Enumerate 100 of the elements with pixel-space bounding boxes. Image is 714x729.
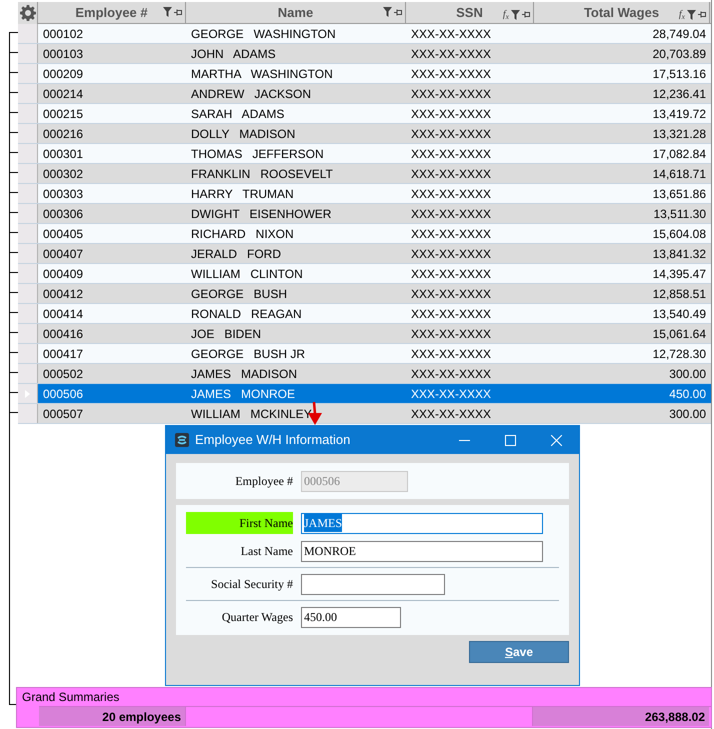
table-cell-text: JOHN ADAMS <box>191 46 276 62</box>
table-cell-text: XXX-XX-XXXX <box>411 146 492 162</box>
table-cell-text: GEORGE WASHINGTON <box>191 26 336 42</box>
table-cell-text: XXX-XX-XXXX <box>411 86 492 102</box>
table-cell-text: 000409 <box>43 266 84 282</box>
table-cell-text: 17,513.16 <box>652 66 706 82</box>
table-cell-text: XXX-XX-XXXX <box>411 46 492 62</box>
column-header[interactable]: SSN f$_{x}$ <box>406 2 534 23</box>
row-selector[interactable] <box>18 104 38 123</box>
table-cell-text: HARRY TRUMAN <box>191 186 294 202</box>
field-label: First Name <box>186 512 293 534</box>
column-title: Total Wages <box>584 4 660 22</box>
pin-icon[interactable] <box>394 8 402 16</box>
table-cell-text: WILLIAM CLINTON <box>191 266 303 282</box>
filter-icon[interactable] <box>687 10 696 20</box>
pin-icon[interactable] <box>522 10 530 19</box>
input-field[interactable]: JAMES <box>301 512 543 534</box>
table-cell-text: MARTHA WASHINGTON <box>191 66 333 82</box>
table-cell-text: 000506 <box>43 386 84 402</box>
row-selector[interactable] <box>18 364 38 383</box>
table-cell-text: JOE BIDEN <box>191 326 262 342</box>
row-selector[interactable] <box>18 404 38 423</box>
summary-cell: 20 employees <box>39 707 185 726</box>
row-selector[interactable] <box>18 144 38 163</box>
table-cell-text: 13,511.30 <box>654 206 706 222</box>
row-selector[interactable] <box>18 164 38 183</box>
table-cell-text: WILLIAM MCKINLEY <box>191 406 312 422</box>
column-header[interactable]: Employee # <box>38 2 186 23</box>
row-selector[interactable] <box>18 324 38 343</box>
table-cell-text: 000303 <box>43 186 84 202</box>
row-selector[interactable] <box>18 304 38 323</box>
row-selector[interactable] <box>18 44 38 63</box>
formula-icon[interactable]: f$_{x}$ <box>502 7 509 22</box>
table-cell-text: 000407 <box>43 246 84 262</box>
table-cell-text: JAMES MONROE <box>191 386 296 402</box>
save-button[interactable]: Save <box>469 641 569 663</box>
column-title: SSN <box>456 4 483 22</box>
table-cell-text: 000416 <box>43 326 84 342</box>
table-cell-text: 000216 <box>43 126 84 142</box>
table-cell-text: XXX-XX-XXXX <box>411 206 492 222</box>
table-cell-text: 14,618.71 <box>652 166 706 182</box>
row-selector[interactable] <box>18 184 38 203</box>
table-cell-text: 13,540.49 <box>652 306 706 322</box>
table-cell-text: 000414 <box>43 306 84 322</box>
table-cell-text: 14,395.47 <box>652 266 706 282</box>
row-selector[interactable] <box>18 244 38 263</box>
table-cell-text: XXX-XX-XXXX <box>411 246 492 262</box>
pin-icon[interactable] <box>174 8 182 16</box>
row-selector[interactable] <box>18 124 38 143</box>
row-selector[interactable] <box>18 264 38 283</box>
table-cell-text: GEORGE BUSH JR <box>191 346 306 362</box>
table-cell-text: 000102 <box>43 26 84 42</box>
table-cell-text: GEORGE BUSH <box>191 286 288 302</box>
row-selector[interactable] <box>18 84 38 103</box>
row-selector[interactable] <box>18 204 38 223</box>
table-cell-text: 17,082.84 <box>652 146 706 162</box>
table-cell-text: JAMES MADISON <box>191 366 298 382</box>
row-selector[interactable] <box>18 224 38 243</box>
table-cell-text: 000103 <box>43 46 84 62</box>
filter-icon[interactable] <box>163 7 172 17</box>
table-cell-text: FRANKLIN ROOSEVELT <box>191 166 333 182</box>
table-cell-text: 000209 <box>43 66 84 82</box>
table-cell-text: 12,236.41 <box>652 86 706 102</box>
column-title: Name <box>278 4 314 22</box>
column-header[interactable]: Total Wages f$_{x}$ <box>534 2 710 23</box>
table-cell-text: XXX-XX-XXXX <box>411 266 492 282</box>
table-cell-text: 000507 <box>43 406 84 422</box>
formula-icon[interactable]: f$_{x}$ <box>678 7 685 22</box>
dialog-title: Employee W/H Information <box>195 431 352 450</box>
table-cell-text: XXX-XX-XXXX <box>411 326 492 342</box>
table-cell-text: XXX-XX-XXXX <box>411 366 492 382</box>
table-cell-text: 000302 <box>43 166 84 182</box>
table-cell-text: 000214 <box>43 86 84 102</box>
table-cell-text: XXX-XX-XXXX <box>411 286 492 302</box>
filter-icon[interactable] <box>511 10 520 20</box>
table-cell-text: SARAH ADAMS <box>191 106 284 122</box>
table-cell-text: 13,651.86 <box>652 186 706 202</box>
table-cell-text: XXX-XX-XXXX <box>411 306 492 322</box>
settings-button[interactable] <box>18 2 38 24</box>
pin-icon[interactable] <box>698 10 706 19</box>
row-selector[interactable] <box>18 384 38 403</box>
field-label: Quarter Wages <box>220 609 293 626</box>
column-title: Employee # <box>75 4 148 22</box>
row-selector[interactable] <box>18 284 38 303</box>
table-cell-text: 000502 <box>43 366 84 382</box>
column-header[interactable]: Name <box>186 2 406 23</box>
input-field[interactable]: MONROE <box>301 540 543 562</box>
row-selector[interactable] <box>18 344 38 363</box>
table-cell-text: XXX-XX-XXXX <box>411 386 492 402</box>
table-cell-text: 000417 <box>43 346 84 362</box>
input-field[interactable]: 450.00 <box>301 606 401 628</box>
table-cell-text: 13,321.28 <box>652 126 706 142</box>
input-field[interactable] <box>301 574 445 594</box>
table-cell-text: 000306 <box>43 206 84 222</box>
row-selector[interactable] <box>18 64 38 83</box>
table-cell-text: JERALD FORD <box>191 246 282 262</box>
filter-icon[interactable] <box>383 7 392 17</box>
table-cell-text: 000405 <box>43 226 84 242</box>
table-cell-text: XXX-XX-XXXX <box>411 346 492 362</box>
table-cell-text: 450.00 <box>669 386 706 402</box>
